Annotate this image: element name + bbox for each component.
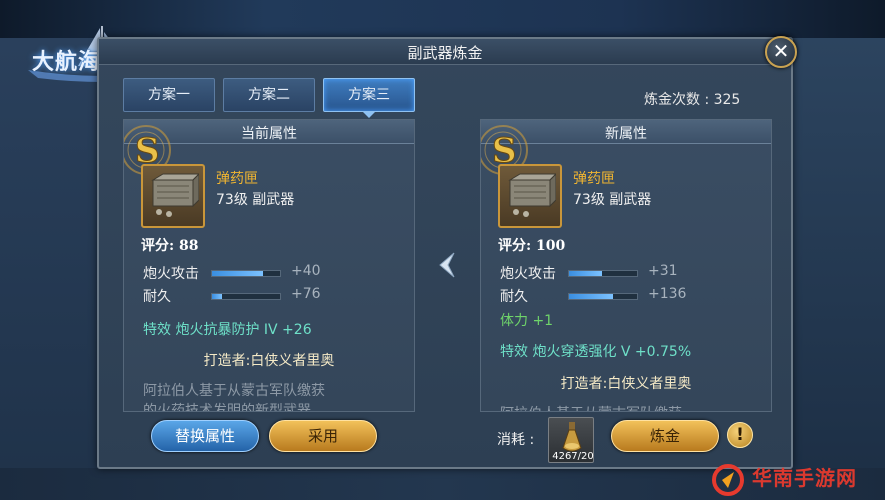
swap-attributes-button[interactable]: 替换属性 — [151, 420, 259, 452]
watermark-text: 华南手游网 — [752, 466, 857, 490]
item-level: 73级 副武器 — [573, 192, 652, 208]
current-attributes-panel: 当前属性 S 弹药匣 73级 副武器 评分: 88 炮火攻击 +40 耐久 +7… — [123, 119, 415, 412]
item-description: 阿拉伯人基于从蒙古军队缴获 — [143, 383, 325, 399]
stat-bar — [568, 270, 638, 277]
apply-button[interactable]: 采用 — [269, 420, 377, 452]
extra-stat: 体力 +1 — [500, 313, 554, 329]
ammo-box-icon — [508, 173, 556, 217]
material-count: 4267/20 — [552, 451, 594, 462]
info-button[interactable]: ! — [727, 422, 753, 448]
stat-label: 炮火攻击 — [143, 266, 199, 282]
refine-dialog: 副武器炼金 ✕ 方案一 方案二 方案三 炼金次数 : 325 当前属性 S 弹药… — [97, 36, 797, 469]
stat-label: 耐久 — [143, 289, 171, 305]
item-slot[interactable] — [141, 164, 205, 228]
ammo-box-icon — [151, 173, 199, 217]
tab-plan-1[interactable]: 方案一 — [123, 78, 215, 112]
tab-plan-3[interactable]: 方案三 — [323, 78, 415, 112]
refine-button[interactable]: 炼金 — [611, 420, 719, 452]
maker-line: 打造者:白侠义者里奥 — [203, 353, 335, 369]
item-level: 73级 副武器 — [216, 192, 295, 208]
stat-value: +136 — [648, 286, 687, 302]
item-name: 弹药匣 — [573, 171, 615, 187]
close-button[interactable]: ✕ — [765, 36, 797, 68]
special-effect: 特效 炮火抗暴防护 IV +26 — [143, 322, 312, 338]
close-icon: ✕ — [772, 39, 790, 63]
item-slot[interactable] — [498, 164, 562, 228]
special-effect: 特效 炮火穿透强化 V +0.75% — [500, 344, 692, 360]
score: 评分: 100 — [498, 238, 566, 254]
tab-plan-2[interactable]: 方案二 — [223, 78, 315, 112]
stat-bar-fill — [212, 294, 223, 299]
active-tab-indicator — [363, 112, 375, 118]
maker-line: 打造者:白侠义者里奥 — [560, 376, 692, 392]
stat-label: 炮火攻击 — [500, 266, 556, 282]
item-description: 的火药技术发明的新型武器 — [143, 403, 311, 412]
stat-value: +76 — [291, 286, 321, 302]
chevron-left-icon — [439, 252, 455, 278]
stat-bar-fill — [212, 271, 263, 276]
item-description: 阿拉伯人基于从蒙古军队缴获 — [500, 403, 682, 411]
item-name: 弹药匣 — [216, 171, 258, 187]
stat-label: 耐久 — [500, 289, 528, 305]
consume-label: 消耗 : — [497, 432, 535, 448]
new-attributes-panel: 新属性 S 弹药匣 73级 副武器 评分: 100 炮火攻击 +31 耐久 +1… — [480, 119, 772, 412]
stat-value: +40 — [291, 263, 321, 279]
stat-value: +31 — [648, 263, 678, 279]
stat-bar-fill — [569, 271, 602, 276]
title-bar: 副武器炼金 — [99, 39, 791, 65]
potion-flask-icon — [562, 422, 582, 452]
stat-bar-fill — [569, 294, 614, 299]
background-right — [790, 38, 885, 500]
score: 评分: 88 — [141, 238, 199, 254]
stat-bar — [211, 293, 281, 300]
background-left — [0, 38, 97, 500]
refine-count: 炼金次数 : 325 — [644, 92, 741, 108]
dialog-title: 副武器炼金 — [407, 44, 483, 62]
stat-bar — [211, 270, 281, 277]
exclamation-icon: ! — [736, 425, 744, 445]
stat-bar — [568, 293, 638, 300]
